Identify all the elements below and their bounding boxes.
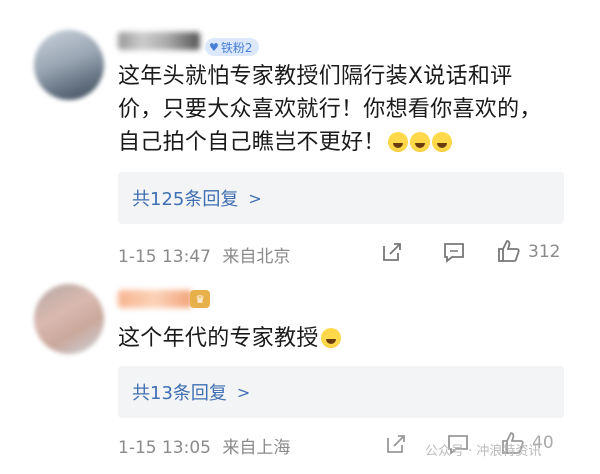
username[interactable]	[118, 290, 192, 308]
avatar[interactable]	[34, 284, 104, 354]
comment-text: 这个年代的专家教授	[118, 322, 588, 355]
grin-icon	[320, 328, 341, 348]
chevron-right-icon: >	[236, 382, 251, 402]
replies-count: 共13条回复	[132, 383, 227, 404]
comment-text-content: 这个年代的专家教授	[118, 326, 319, 351]
watermark: 公众号 · 冲浪特资讯	[425, 444, 542, 459]
comment-meta: 1-15 13:05 来自上海	[118, 433, 290, 458]
fan-medal-icon: ♛	[190, 290, 210, 308]
share-icon[interactable]	[384, 432, 408, 456]
timestamp: 1-15 13:05	[118, 438, 211, 458]
location: 来自上海	[222, 438, 291, 458]
replies-button[interactable]: 共13条回复 >	[118, 366, 564, 418]
comment-2: ♛ 这个年代的专家教授 共13条回复 > 1-15 13:05 来自上海 40	[0, 0, 600, 474]
